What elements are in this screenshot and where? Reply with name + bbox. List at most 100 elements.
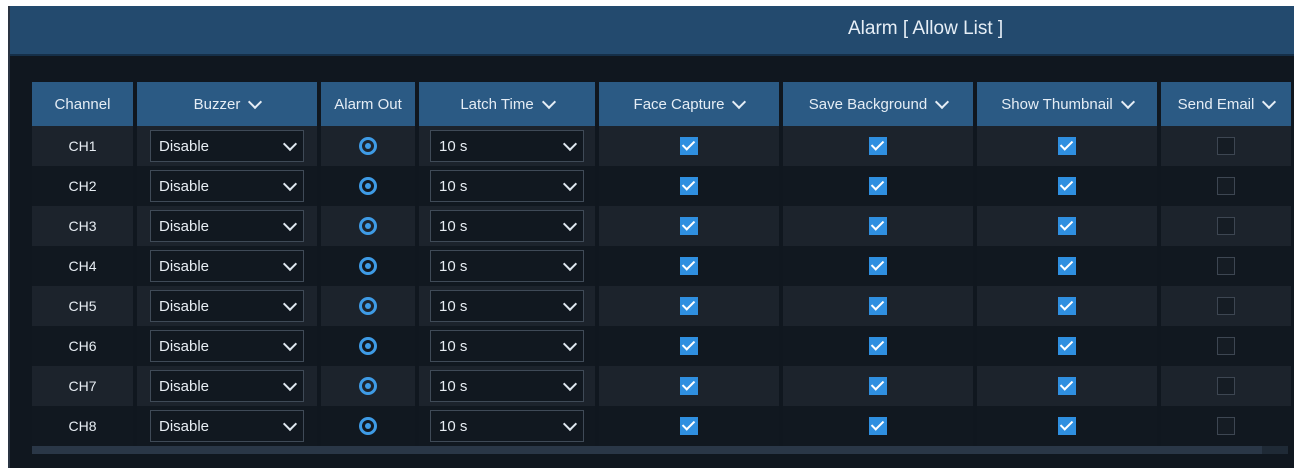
chevron-down-icon [282, 176, 298, 191]
header-label: Channel [54, 95, 111, 113]
header-save-background[interactable]: Save Background [783, 82, 973, 126]
save-background-checkbox[interactable] [869, 417, 887, 435]
alarm-out-cell [321, 206, 415, 246]
buzzer-select[interactable]: Disable [150, 290, 304, 322]
show-thumbnail-checkbox[interactable] [1058, 377, 1076, 395]
chevron-down-icon [562, 256, 578, 271]
latch-time-select[interactable]: 10 s [430, 410, 584, 442]
latch-time-cell: 10 s [419, 246, 595, 286]
header-label: Save Background [808, 95, 928, 113]
face-capture-checkbox[interactable] [680, 257, 698, 275]
latch-time-select[interactable]: 10 s [430, 170, 584, 202]
gear-icon[interactable] [359, 417, 377, 435]
latch-time-select[interactable]: 10 s [430, 250, 584, 282]
gear-icon[interactable] [359, 177, 377, 195]
show-thumbnail-checkbox[interactable] [1058, 137, 1076, 155]
chevron-down-icon [562, 176, 578, 191]
gear-icon[interactable] [359, 137, 377, 155]
buzzer-select[interactable]: Disable [150, 410, 304, 442]
alarm-out-cell [321, 326, 415, 366]
send-email-checkbox[interactable] [1217, 377, 1235, 395]
channel-cell: CH6 [32, 326, 133, 366]
latch-time-select[interactable]: 10 s [430, 370, 584, 402]
face-capture-checkbox[interactable] [680, 137, 698, 155]
show-thumbnail-checkbox[interactable] [1058, 337, 1076, 355]
show-thumbnail-checkbox[interactable] [1058, 177, 1076, 195]
header-alarm-out: Alarm Out [321, 82, 415, 126]
buzzer-select[interactable]: Disable [150, 250, 304, 282]
chevron-down-icon[interactable] [1120, 94, 1135, 110]
chevron-down-icon [282, 376, 298, 391]
chevron-down-icon [282, 216, 298, 231]
scrollbar-thumb[interactable] [32, 446, 1262, 454]
face-capture-checkbox[interactable] [680, 377, 698, 395]
chevron-down-icon[interactable] [935, 94, 950, 110]
show-thumbnail-checkbox[interactable] [1058, 257, 1076, 275]
channel-cell: CH4 [32, 246, 133, 286]
header-send-email[interactable]: Send Email [1161, 82, 1291, 126]
latch-time-value: 10 s [439, 297, 468, 315]
gear-icon[interactable] [359, 217, 377, 235]
buzzer-select[interactable]: Disable [150, 170, 304, 202]
face-capture-checkbox[interactable] [680, 417, 698, 435]
save-background-checkbox[interactable] [869, 337, 887, 355]
save-background-checkbox[interactable] [869, 257, 887, 275]
header-latch-time[interactable]: Latch Time [419, 82, 595, 126]
buzzer-cell: Disable [137, 126, 317, 166]
send-email-checkbox[interactable] [1217, 417, 1235, 435]
latch-time-select[interactable]: 10 s [430, 130, 584, 162]
buzzer-select[interactable]: Disable [150, 330, 304, 362]
header-show-thumbnail[interactable]: Show Thumbnail [977, 82, 1157, 126]
chevron-down-icon[interactable] [541, 94, 556, 110]
horizontal-scrollbar[interactable] [32, 446, 1288, 454]
chevron-down-icon[interactable] [1262, 94, 1277, 110]
latch-time-value: 10 s [439, 177, 468, 195]
latch-time-select[interactable]: 10 s [430, 290, 584, 322]
send-email-checkbox[interactable] [1217, 297, 1235, 315]
send-email-cell [1161, 406, 1291, 446]
header-face-capture[interactable]: Face Capture [599, 82, 779, 126]
face-capture-checkbox[interactable] [680, 217, 698, 235]
latch-time-select[interactable]: 10 s [430, 210, 584, 242]
face-capture-cell [599, 126, 779, 166]
channel-cell: CH7 [32, 366, 133, 406]
send-email-checkbox[interactable] [1217, 257, 1235, 275]
chevron-down-icon [562, 216, 578, 231]
channel-cell: CH2 [32, 166, 133, 206]
send-email-checkbox[interactable] [1217, 337, 1235, 355]
face-capture-cell [599, 326, 779, 366]
chevron-down-icon[interactable] [732, 94, 747, 110]
chevron-down-icon[interactable] [248, 94, 263, 110]
face-capture-cell [599, 286, 779, 326]
save-background-checkbox[interactable] [869, 217, 887, 235]
send-email-checkbox[interactable] [1217, 177, 1235, 195]
buzzer-value: Disable [159, 177, 210, 195]
save-background-checkbox[interactable] [869, 177, 887, 195]
send-email-checkbox[interactable] [1217, 137, 1235, 155]
latch-time-select[interactable]: 10 s [430, 330, 584, 362]
save-background-checkbox[interactable] [869, 137, 887, 155]
face-capture-checkbox[interactable] [680, 337, 698, 355]
show-thumbnail-checkbox[interactable] [1058, 217, 1076, 235]
buzzer-select[interactable]: Disable [150, 210, 304, 242]
show-thumbnail-checkbox[interactable] [1058, 297, 1076, 315]
send-email-checkbox[interactable] [1217, 217, 1235, 235]
show-thumbnail-checkbox[interactable] [1058, 417, 1076, 435]
buzzer-select[interactable]: Disable [150, 370, 304, 402]
gear-icon[interactable] [359, 377, 377, 395]
buzzer-select[interactable]: Disable [150, 130, 304, 162]
header-buzzer[interactable]: Buzzer [137, 82, 317, 126]
latch-time-cell: 10 s [419, 126, 595, 166]
send-email-cell [1161, 126, 1291, 166]
latch-time-cell: 10 s [419, 206, 595, 246]
gear-icon[interactable] [359, 257, 377, 275]
gear-icon[interactable] [359, 337, 377, 355]
latch-time-value: 10 s [439, 417, 468, 435]
chevron-down-icon [282, 296, 298, 311]
face-capture-checkbox[interactable] [680, 177, 698, 195]
gear-icon[interactable] [359, 297, 377, 315]
save-background-checkbox[interactable] [869, 297, 887, 315]
save-background-checkbox[interactable] [869, 377, 887, 395]
chevron-down-icon [562, 296, 578, 311]
face-capture-checkbox[interactable] [680, 297, 698, 315]
